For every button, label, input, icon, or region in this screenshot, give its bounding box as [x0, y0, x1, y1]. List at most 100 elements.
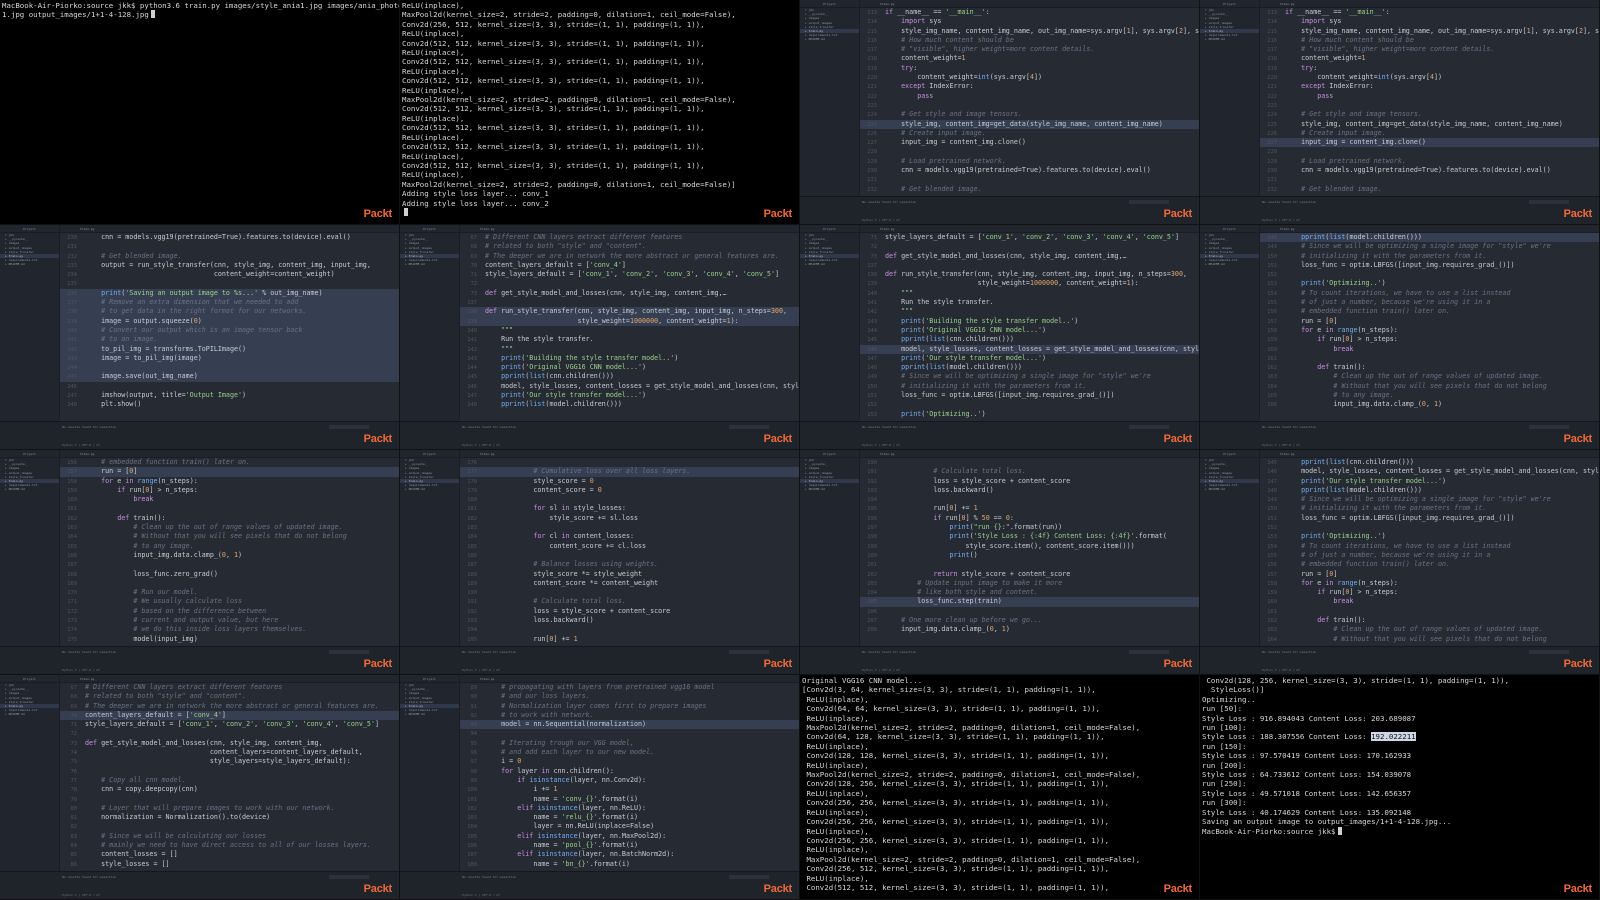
terminal-model-layers[interactable]: ReLU(inplace), MaxPool2d(kernel_size=2, s… [400, 0, 800, 225]
find-controls[interactable] [1129, 650, 1169, 654]
terminal-run-losses[interactable]: Conv2d(128, 256, kernel_size=(3, 3), str… [1200, 675, 1600, 900]
editor-layers-copy[interactable]: Project ▾ jkk ▸ __pycache__ ▸ images ▸ ou… [0, 675, 400, 900]
terminal-line: Conv2d(512, 512, kernel_size=(3, 3), str… [402, 142, 705, 152]
find-status: No results found for selection [1262, 200, 1317, 204]
terminal-vgg-model[interactable]: Original VGG16 CNN model... [Conv2d(3, 64… [800, 675, 1200, 900]
code-text: # to get data in the right format for ou… [101, 307, 307, 316]
find-controls[interactable] [1129, 425, 1169, 429]
project-sidebar[interactable]: Project ▾ jkk ▸ __pycache__ ▸ images ▸ ou… [400, 225, 460, 449]
status-bar: Python 3 | UTF-8 | LF [62, 893, 100, 897]
find-controls[interactable] [729, 875, 769, 879]
code-line: 151 loss_func = optim.LBFGS([input_img.r… [1260, 261, 1599, 270]
find-controls[interactable] [329, 425, 369, 429]
editor-tab[interactable]: train.py [80, 450, 94, 458]
project-sidebar[interactable]: Project ▾ jkk ▸ __pycache__ ▸ images ▸ ou… [800, 0, 860, 224]
code-text: print('Saving an output image to %s...' … [101, 288, 323, 297]
editor-main-clone[interactable]: Project ▾ jkk ▸ __pycache__ ▸ images ▸ ou… [1200, 0, 1600, 225]
sidebar-item[interactable]: ▸ README.md [400, 487, 459, 491]
find-controls[interactable] [1529, 650, 1569, 654]
find-controls[interactable] [729, 425, 769, 429]
sidebar-item[interactable]: ▸ README.md [800, 37, 859, 41]
code-line: 143 print('Building the style transfer m… [860, 317, 1199, 326]
code-line: 142 """ [460, 345, 799, 354]
editor-tab[interactable]: train.py [80, 225, 94, 233]
sidebar-item[interactable]: ▸ README.md [800, 487, 859, 491]
sidebar-item[interactable]: ▸ README.md [0, 262, 59, 266]
code-editor[interactable]: 148 pprint(list(model.children())) 149 # … [1260, 233, 1599, 421]
code-editor[interactable]: 230 cnn = models.vgg19(pretrained=True).… [60, 233, 399, 421]
sidebar-item[interactable]: ▸ README.md [1200, 262, 1259, 266]
find-controls[interactable] [1529, 200, 1569, 204]
project-sidebar[interactable]: Project ▾ jkk ▸ __pycache__ ▸ images ▸ ou… [0, 675, 60, 899]
editor-tab[interactable]: train.py [1280, 450, 1294, 458]
code-text: # To count iterations, we have to use a … [1301, 288, 1511, 297]
project-sidebar[interactable]: Project ▾ jkk ▸ __pycache__ ▸ images ▸ ou… [800, 225, 860, 449]
code-line: 144 print('Original VGG16 CNN model...') [860, 326, 1199, 335]
find-controls[interactable] [729, 650, 769, 654]
code-editor[interactable]: 190 191 # Calculate total loss. 192 loss =… [860, 458, 1199, 646]
code-editor[interactable]: 71 style_layers_default = ['conv_1', 'con… [860, 233, 1199, 421]
editor-cumulative-loss[interactable]: Project ▾ jkk ▸ __pycache__ ▸ images ▸ ou… [400, 450, 800, 675]
project-sidebar[interactable]: Project ▾ jkk ▸ __pycache__ ▸ images ▸ ou… [1200, 225, 1260, 449]
project-sidebar[interactable]: Project ▾ jkk ▸ __pycache__ ▸ images ▸ ou… [400, 450, 460, 674]
code-text: run = [0] [85, 467, 138, 476]
code-editor[interactable]: 213 if __name__ == '__main__': 214 import … [860, 8, 1199, 196]
code-text: # Get blended image. [101, 251, 182, 260]
project-sidebar[interactable]: Project ▾ jkk ▸ __pycache__ ▸ images ▸ ou… [400, 675, 460, 899]
code-editor[interactable]: 89 # propagating with layers from pretra… [460, 683, 799, 871]
project-sidebar[interactable]: Project ▾ jkk ▸ __pycache__ ▸ images ▸ ou… [1200, 0, 1260, 224]
editor-tab[interactable]: train.py [880, 450, 894, 458]
editor-sequential[interactable]: Project ▾ jkk ▸ __pycache__ ▸ images ▸ ou… [400, 675, 800, 900]
code-line: 199 style_score.item(), content_score.it… [860, 542, 1199, 551]
find-controls[interactable] [329, 650, 369, 654]
editor-save-output[interactable]: Project ▾ jkk ▸ __pycache__ ▸ images ▸ ou… [0, 225, 400, 450]
editor-tab[interactable]: train.py [480, 675, 494, 683]
code-editor[interactable]: 213 if __name__ == '__main__': 214 import … [1260, 8, 1599, 196]
code-editor[interactable]: 67 # Different CNN layers extract differe… [460, 233, 799, 421]
code-editor[interactable]: 67 # Different CNN layers extract differe… [60, 683, 399, 871]
code-line: 150 # initializing it with the parameter… [860, 382, 1199, 391]
editor-tab[interactable]: train.py [480, 225, 494, 233]
editor-tab[interactable]: train.py [80, 675, 94, 683]
editor-tab[interactable]: train.py [880, 0, 894, 8]
sidebar-item[interactable]: ▸ README.md [400, 712, 459, 716]
code-line: 203 # Update input image to make it more [860, 579, 1199, 588]
code-editor[interactable]: 176 177 # Cumulative loss over all loss l… [460, 458, 799, 646]
sidebar-item[interactable]: ▸ README.md [1200, 37, 1259, 41]
editor-train-loop[interactable]: Project ▾ jkk ▸ __pycache__ ▸ images ▸ ou… [0, 450, 400, 675]
project-sidebar[interactable]: Project ▾ jkk ▸ __pycache__ ▸ images ▸ ou… [1200, 450, 1260, 674]
code-line: 164 # Without that you will see pixels t… [1260, 635, 1599, 644]
editor-tab[interactable]: train.py [480, 450, 494, 458]
editor-tab[interactable]: train.py [880, 225, 894, 233]
code-text: # like both style and content. [917, 588, 1039, 597]
editor-tab[interactable]: train.py [1280, 0, 1294, 8]
code-editor[interactable]: 145 pprint(list(cnn.children())) 146 mode… [1260, 458, 1599, 646]
editor-optimizer[interactable]: Project ▾ jkk ▸ __pycache__ ▸ images ▸ ou… [1200, 225, 1600, 450]
sidebar-item[interactable]: ▸ README.md [0, 712, 59, 716]
code-text: # We usually calculate loss [133, 597, 243, 606]
find-controls[interactable] [1129, 200, 1169, 204]
editor-main-get-data[interactable]: Project ▾ jkk ▸ __pycache__ ▸ images ▸ ou… [800, 0, 1200, 225]
project-sidebar[interactable]: Project ▾ jkk ▸ __pycache__ ▸ images ▸ ou… [0, 450, 60, 674]
code-text: pprint(list(model.children())) [501, 400, 622, 409]
project-sidebar[interactable]: Project ▾ jkk ▸ __pycache__ ▸ images ▸ ou… [800, 450, 860, 674]
sidebar-item[interactable]: ▸ README.md [0, 487, 59, 491]
editor-optimizer-b[interactable]: Project ▾ jkk ▸ __pycache__ ▸ images ▸ ou… [1200, 450, 1600, 675]
find-status: No results found for selection [62, 425, 117, 429]
find-controls[interactable] [1529, 425, 1569, 429]
editor-optimizer-step[interactable]: Project ▾ jkk ▸ __pycache__ ▸ images ▸ ou… [800, 450, 1200, 675]
sidebar-item[interactable]: ▸ README.md [1200, 487, 1259, 491]
code-text: print('Building the style transfer model… [901, 316, 1079, 325]
sidebar-item[interactable]: ▸ README.md [800, 262, 859, 266]
code-line: 158 for e in range(n_steps): [60, 477, 399, 486]
terminal-launch[interactable]: MacBook-Air-Piorko:source jkk$ python3.6… [0, 0, 400, 225]
code-line: 229 # Load pretrained network. [1260, 157, 1599, 166]
editor-run-style-transfer[interactable]: Project ▾ jkk ▸ __pycache__ ▸ images ▸ ou… [400, 225, 800, 450]
editor-tab[interactable]: train.py [1280, 225, 1294, 233]
code-editor[interactable]: 156 # embedded function train() later on… [60, 458, 399, 646]
sidebar-item[interactable]: ▸ README.md [400, 262, 459, 266]
code-text: # current and output value, but here [133, 616, 279, 625]
find-controls[interactable] [329, 875, 369, 879]
editor-get-model[interactable]: Project ▾ jkk ▸ __pycache__ ▸ images ▸ ou… [800, 225, 1200, 450]
project-sidebar[interactable]: Project ▾ jkk ▸ __pycache__ ▸ images ▸ ou… [0, 225, 60, 449]
